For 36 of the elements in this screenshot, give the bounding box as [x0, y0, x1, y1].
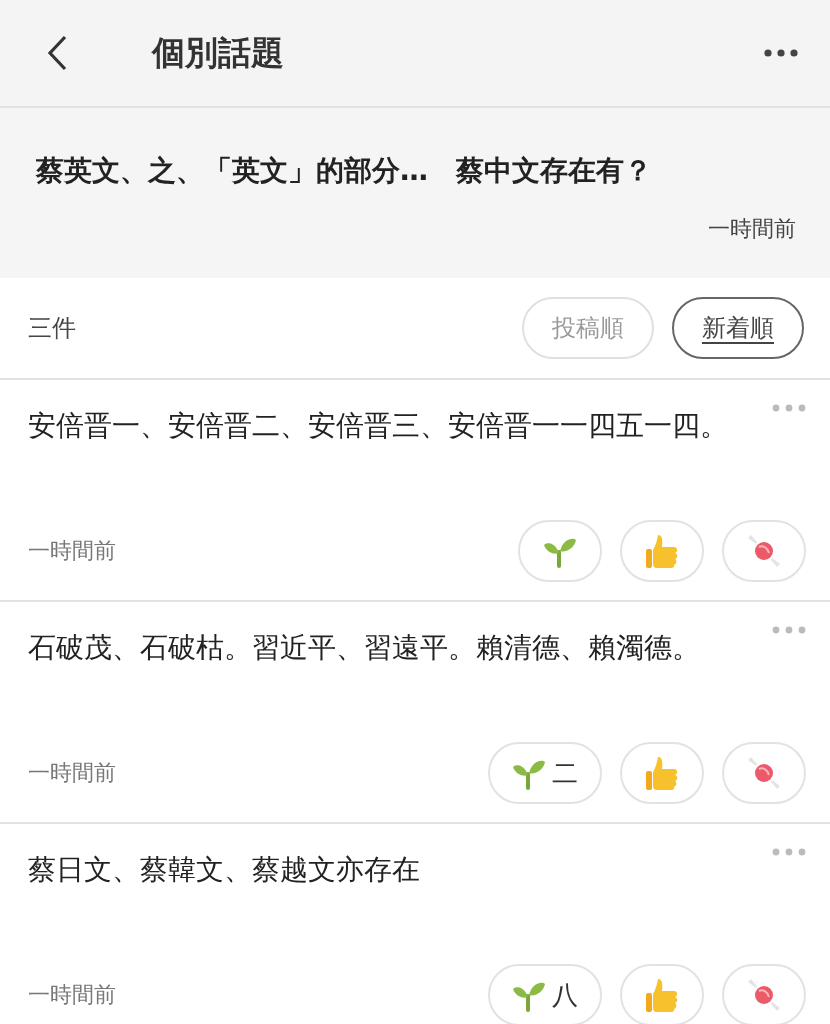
post-text: 石破茂、石破枯。習近平、習遠平。賴清德、賴濁德。 — [28, 630, 701, 666]
candy-icon — [747, 756, 781, 790]
post-time: 一時間前 — [28, 759, 116, 787]
candy-icon — [747, 534, 781, 568]
reaction-button[interactable] — [620, 964, 704, 1024]
more-icon — [772, 848, 806, 856]
reaction-button[interactable] — [620, 742, 704, 804]
reaction-button[interactable] — [518, 520, 602, 582]
post-time: 一時間前 — [28, 537, 116, 565]
post-menu-button[interactable] — [772, 626, 806, 634]
post-text: 安倍晋一、安倍晋二、安倍晋三、安倍晋一一四五一四。 — [28, 408, 729, 444]
topic-time: 一時間前 — [707, 215, 796, 243]
reaction-button[interactable]: 八 — [488, 964, 602, 1024]
more-icon — [772, 404, 806, 412]
more-button[interactable] — [764, 49, 798, 57]
back-icon — [46, 35, 68, 71]
more-icon — [764, 49, 798, 57]
reaction-button[interactable] — [722, 520, 806, 582]
topic-title: 蔡英文、之、「英文」的部分… 蔡中文存在有？ — [36, 153, 653, 189]
more-icon — [772, 626, 806, 634]
back-button[interactable] — [46, 35, 68, 71]
thumbs-up-icon — [645, 977, 679, 1013]
thumbs-up-icon — [645, 755, 679, 791]
post-menu-button[interactable] — [772, 848, 806, 856]
candy-icon — [747, 978, 781, 1012]
reaction-button[interactable] — [722, 742, 806, 804]
post-time: 一時間前 — [28, 981, 116, 1009]
post-text: 蔡日文、蔡韓文、蔡越文亦存在 — [28, 852, 421, 888]
sort-tab[interactable]: 新着順 — [672, 297, 804, 359]
reaction-button[interactable] — [620, 520, 704, 582]
post-count: 三件 — [28, 313, 76, 344]
reaction-button[interactable] — [722, 964, 806, 1024]
post-menu-button[interactable] — [772, 404, 806, 412]
thumbs-up-icon — [645, 533, 679, 569]
page-title: 個別話題 — [152, 31, 285, 74]
reaction-button[interactable]: 二 — [488, 742, 602, 804]
